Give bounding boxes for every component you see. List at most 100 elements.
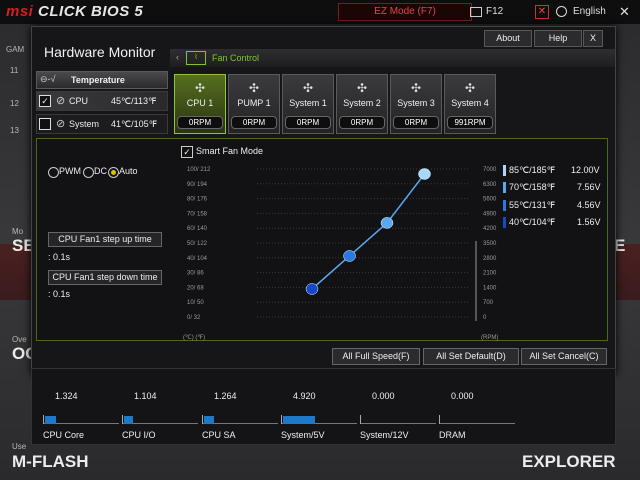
thermometer-icon: ⊘ xyxy=(56,118,66,130)
about-button[interactable]: About xyxy=(484,30,532,47)
step-down-time-value: : 0.1s xyxy=(48,289,71,299)
bg-explorer-label[interactable]: EXPLORER xyxy=(522,452,616,472)
screenshot-icon[interactable] xyxy=(470,7,482,17)
temperature-label: Temperature xyxy=(71,75,125,85)
fan-tab-pump1[interactable]: ✣ PUMP 1 0RPM xyxy=(228,74,280,134)
left-tick-label: 70/ 158 xyxy=(187,211,208,217)
left-tick-label: 50/ 122 xyxy=(187,241,208,247)
pwm-radio[interactable] xyxy=(48,167,59,178)
voltage-value: 1.324 xyxy=(55,391,78,401)
system-temp-checkbox[interactable] xyxy=(39,118,51,130)
graph-left-ticks: 100/ 212 90/ 194 80/ 176 70/ 158 60/ 140 50/ … xyxy=(187,167,211,321)
right-tick-label: 5600 xyxy=(483,197,497,203)
fan-tab-system3[interactable]: ✣ System 3 0RPM xyxy=(390,74,442,134)
curve-point[interactable] xyxy=(380,217,394,229)
legend-item: 55℃/131℉ 4.56V xyxy=(503,200,601,211)
back-arrow-icon[interactable]: ‹ xyxy=(176,52,179,62)
all-set-default-button[interactable]: All Set Default(D) xyxy=(423,348,519,365)
fan-icon: ✣ xyxy=(356,81,368,95)
voltage-label: CPU SA xyxy=(202,430,236,440)
boost-icon[interactable]: ✕ xyxy=(535,5,549,19)
fan-rpm: 0RPM xyxy=(393,116,439,129)
auto-radio[interactable] xyxy=(108,167,119,178)
fan-name: System 4 xyxy=(451,98,489,108)
all-set-cancel-button[interactable]: All Set Cancel(C) xyxy=(521,348,607,365)
fan-control-panel: PWM DC Auto CPU Fan1 step up time : 0.1s… xyxy=(36,138,608,341)
step-down-time-button[interactable]: CPU Fan1 step down time xyxy=(48,270,162,285)
bg-mflash-big[interactable]: M-FLASH xyxy=(12,452,88,472)
voltage-bar xyxy=(202,415,278,424)
graph-grid xyxy=(257,168,469,318)
fan-icon: ✣ xyxy=(302,81,314,95)
voltage-value: 1.264 xyxy=(214,391,237,401)
help-button[interactable]: Help xyxy=(534,30,582,47)
top-bar: msi CLICK BIOS 5 EZ Mode (F7) F12 ✕ Engl… xyxy=(0,0,640,25)
legend-volt: 4.56V xyxy=(577,200,601,210)
voltage-value: 0.000 xyxy=(372,391,395,401)
legend-volt: 1.56V xyxy=(577,217,601,227)
voltage-label: CPU Core xyxy=(43,430,85,440)
left-tick-label: 20/ 68 xyxy=(187,285,204,291)
step-up-time-value: : 0.1s xyxy=(48,252,71,262)
all-full-speed-button[interactable]: All Full Speed(F) xyxy=(332,348,420,365)
smart-fan-checkbox[interactable]: ✓ xyxy=(181,146,193,158)
fan-icon: ✣ xyxy=(194,81,206,95)
y-unit-label: (RPM) xyxy=(481,335,498,341)
legend-temp: 70℃/158℉ xyxy=(509,182,556,192)
voltage-bar-baseline xyxy=(203,423,278,424)
legend-swatch xyxy=(503,217,506,228)
legend-temp: 85℃/185℉ xyxy=(509,165,556,175)
legend-swatch xyxy=(503,200,506,211)
voltage-label: System/5V xyxy=(281,430,325,440)
fan-rpm: 0RPM xyxy=(339,116,385,129)
pwm-label: PWM xyxy=(59,166,81,176)
step-up-time-button[interactable]: CPU Fan1 step up time xyxy=(48,232,162,247)
voltage-value: 4.920 xyxy=(293,391,316,401)
legend-volt: 12.00V xyxy=(571,165,600,175)
voltage-panel: 1.324 CPU Core 1.104 CPU I/O 1.264 CPU SA 4.92… xyxy=(31,368,616,445)
voltage-bar-fill xyxy=(45,416,56,424)
fan-tab-system1[interactable]: ✣ System 1 0RPM xyxy=(282,74,334,134)
curve-point[interactable] xyxy=(418,168,431,180)
language-button[interactable]: English xyxy=(573,6,606,17)
legend-temp: 55℃/131℉ xyxy=(509,200,556,210)
globe-icon[interactable] xyxy=(556,6,567,17)
fan-rpm: 0RPM xyxy=(231,116,277,129)
bg-number: 12 xyxy=(10,99,19,108)
right-tick-label: 700 xyxy=(483,300,494,306)
x-unit-label: (℃) (℉) xyxy=(183,335,205,341)
temp-row-system[interactable]: ⊘ System 41℃/105℉ xyxy=(36,114,168,134)
curve-point[interactable] xyxy=(343,250,356,262)
legend-swatch xyxy=(503,165,506,176)
temp-value: 45℃/113℉ xyxy=(111,96,157,106)
exit-button[interactable]: ✕ xyxy=(619,4,630,20)
smart-fan-label: Smart Fan Mode xyxy=(196,146,264,156)
cpu-temp-checkbox[interactable]: ✓ xyxy=(39,95,51,107)
ez-mode-button[interactable]: EZ Mode (F7) xyxy=(338,3,472,21)
fan-name: CPU 1 xyxy=(186,98,214,108)
dc-radio[interactable] xyxy=(83,167,94,178)
voltage-bar xyxy=(281,415,357,424)
fan-tab-system2[interactable]: ✣ System 2 0RPM xyxy=(336,74,388,134)
f12-button[interactable]: F12 xyxy=(486,6,503,17)
left-tick-label: 80/ 176 xyxy=(187,197,208,203)
right-tick-label: 4200 xyxy=(483,226,497,232)
legend-item: 40℃/104℉ 1.56V xyxy=(503,217,601,228)
fan-tab-cpu1[interactable]: ✣ CPU 1 0RPM xyxy=(174,74,226,134)
close-button[interactable]: X xyxy=(583,30,603,47)
fan-curve-graph[interactable]: 100/ 212 90/ 194 80/ 176 70/ 158 60/ 140 50/ … xyxy=(179,161,504,341)
curve-point[interactable] xyxy=(305,283,319,295)
left-tick-label: 0/ 32 xyxy=(187,315,201,321)
fan-control-label: Fan Control xyxy=(212,53,260,63)
fan-rpm: 991RPM xyxy=(447,116,493,129)
left-tick-label: 30/ 86 xyxy=(187,271,204,277)
fan-name: System 1 xyxy=(289,98,327,108)
left-tick-label: 90/ 194 xyxy=(187,182,208,188)
fan-tab-system4[interactable]: ✣ System 4 991RPM xyxy=(444,74,496,134)
voltage-label: System/12V xyxy=(360,430,409,440)
temp-name: CPU xyxy=(69,96,89,106)
bg-number: 11 xyxy=(10,66,19,75)
temp-row-cpu[interactable]: ✓ ⊘ CPU 45℃/113℉ xyxy=(36,91,168,111)
fan-icon: ✣ xyxy=(248,81,260,95)
thermometer-icon: ⊘ xyxy=(56,95,66,107)
